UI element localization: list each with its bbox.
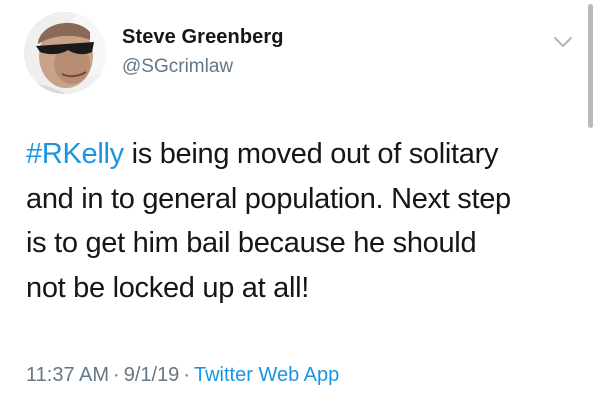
tweet-date[interactable]: 9/1/19 xyxy=(124,364,180,386)
tweet-text: #RKelly is being moved out of solitary a… xyxy=(26,132,571,310)
tweet-text-line-1: #RKelly is being moved out of solitary xyxy=(26,132,571,177)
tweet-text-line-4: not be locked up at all! xyxy=(26,271,309,304)
tweet-source-link[interactable]: Twitter Web App xyxy=(194,364,339,386)
scrollbar[interactable] xyxy=(588,4,593,128)
tweet-text-line-3: is to get him bail because he should xyxy=(26,227,477,259)
chevron-down-icon[interactable] xyxy=(552,34,574,50)
tweet-text-segment: is being moved out of solitary xyxy=(123,138,499,170)
tweet-text-line-2: and in to general population. Next step xyxy=(26,182,511,215)
hashtag-link[interactable]: #RKelly xyxy=(26,138,124,170)
avatar-photo xyxy=(24,12,106,94)
author-handle[interactable]: @SGcrimlaw xyxy=(122,56,233,78)
tweet-metadata: 11:37 AM · 9/1/19 · Twitter Web App xyxy=(26,364,339,387)
tweet-time[interactable]: 11:37 AM xyxy=(26,364,109,386)
author-display-name[interactable]: Steve Greenberg xyxy=(122,26,284,49)
tweet-card: Steve Greenberg @SGcrimlaw #RKelly is be… xyxy=(0,0,595,409)
avatar[interactable] xyxy=(24,12,106,94)
meta-separator: · xyxy=(113,364,120,386)
meta-separator-2: · xyxy=(183,364,190,386)
